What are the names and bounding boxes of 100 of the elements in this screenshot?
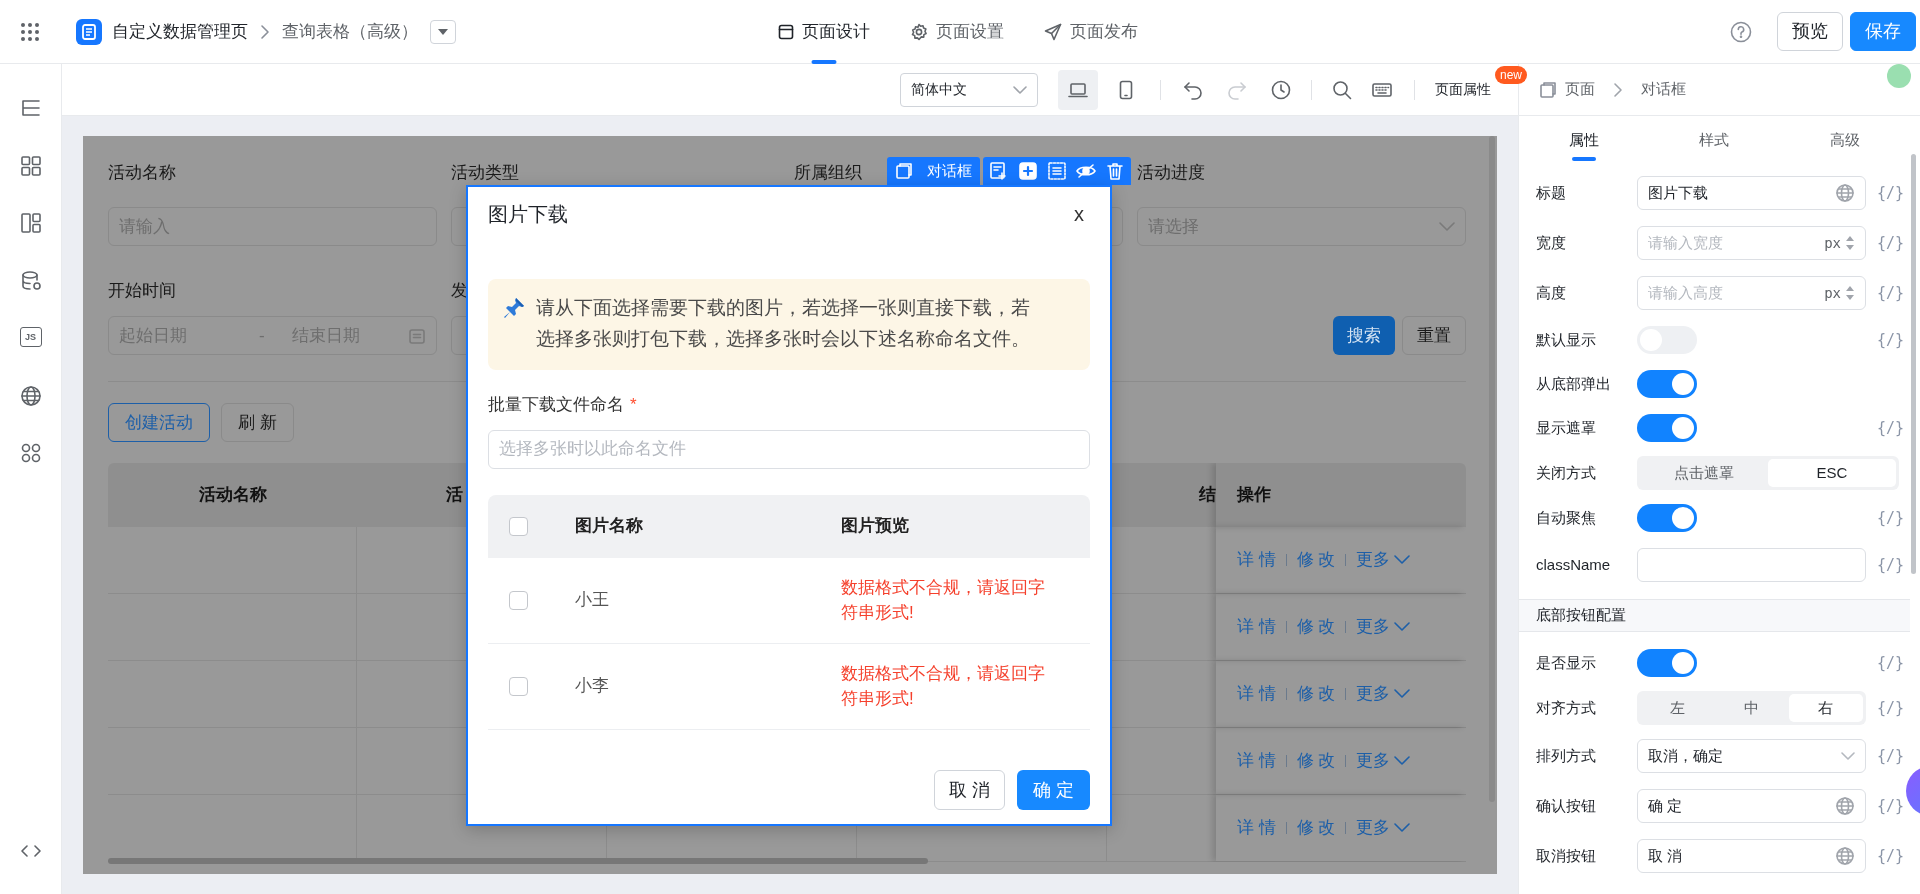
unit-label: px [1824,283,1841,303]
checkbox[interactable] [509,676,528,696]
panel-tab[interactable]: 属性 [1519,116,1650,165]
page-icon [1539,80,1557,99]
column-header: 活动名称 [198,484,267,507]
list-icon [1047,161,1067,181]
outline-icon[interactable] [19,97,42,119]
page-tab[interactable]: 页面发布 [1044,0,1138,64]
toggle-switch[interactable] [1637,504,1697,532]
table-link[interactable]: 更多 [1356,547,1411,573]
table-link[interactable]: 详 情 [1237,815,1276,841]
toggle-switch[interactable] [1637,414,1697,442]
device-toggle[interactable] [1058,69,1098,110]
eye-icon [1076,161,1096,181]
table-link[interactable]: 详 情 [1237,681,1276,707]
input-field[interactable]: 请输入宽度 px [1637,226,1866,260]
new-badge: new [1495,65,1527,84]
binding-button[interactable]: {/} [1877,553,1905,577]
table-link[interactable]: 修 改 [1296,748,1336,774]
table-link[interactable]: 详 情 [1237,614,1276,640]
calendar-icon [408,326,426,345]
toggle-switch[interactable] [1637,370,1697,398]
globe-icon[interactable] [19,384,42,407]
table-link[interactable]: 详 情 [1237,547,1276,573]
breadcrumb-item[interactable]: 对话框 [1641,78,1686,101]
apps-icon[interactable] [19,442,42,464]
page-dropdown-button[interactable] [430,19,456,44]
field-label: 活动进度 [1137,162,1205,184]
property-label: 关闭方式 [1536,462,1597,483]
table-link[interactable]: 更多 [1356,681,1411,707]
app-logo-icon [76,18,102,45]
page-tab[interactable]: 页面设计 [778,0,870,64]
panel-tab[interactable]: 样式 [1649,116,1780,165]
chevron-down-icon [1394,689,1411,699]
table-link[interactable]: 修 改 [1296,681,1336,707]
binding-button[interactable]: {/} [1877,281,1905,305]
code-icon[interactable] [20,844,41,858]
segment-option[interactable]: ESC [1768,459,1896,487]
database-icon[interactable] [19,269,42,292]
create-button[interactable]: 创建活动 [108,403,210,442]
cancel-button[interactable]: 取 消 [934,770,1005,810]
binding-button[interactable]: {/} [1877,181,1905,205]
property-label: 默认显示 [1536,329,1597,350]
search-button[interactable]: 搜索 [1333,316,1395,355]
input-field[interactable]: 取 消 [1637,839,1866,873]
section-title: 底部按钮配置 [1536,605,1626,626]
binding-button[interactable]: {/} [1877,506,1905,530]
segment-option[interactable]: 中 [1714,694,1789,722]
table-link[interactable]: 修 改 [1296,815,1336,841]
page-tab[interactable]: 页面设置 [910,0,1004,64]
page-properties-button[interactable]: 页面属性 [1429,71,1497,108]
layout-icon[interactable] [19,212,42,234]
input-field[interactable]: 选择多张时以此命名文件 [488,429,1090,469]
refresh-button[interactable]: 刷 新 [221,403,294,442]
binding-button[interactable]: {/} [1877,744,1905,768]
input-field[interactable]: 图片下载 [1637,176,1866,210]
binding-button[interactable]: {/} [1877,231,1905,255]
checkbox[interactable] [509,516,528,536]
panel-tab[interactable]: 高级 [1779,116,1910,165]
table-link[interactable]: 更多 [1356,815,1411,841]
component-tag: 对话框 [887,157,980,185]
add-button[interactable] [1016,159,1040,183]
language-select[interactable]: 简体中文 [900,72,1038,107]
table-link[interactable]: 修 改 [1296,614,1336,640]
keyboard-icon [1372,81,1392,98]
script-icon[interactable]: JS [19,327,42,347]
breadcrumb-item[interactable]: 页面 [1565,78,1595,101]
table-link[interactable]: 修 改 [1296,547,1336,573]
help-icon[interactable] [1730,20,1752,43]
table-link[interactable]: 更多 [1356,748,1411,774]
binding-button[interactable]: {/} [1877,328,1905,352]
apps-grid-icon[interactable] [20,21,40,42]
dialog-title: 图片下载 [488,202,568,227]
binding-button[interactable]: {/} [1877,844,1905,868]
chevron-down-icon [1841,752,1855,760]
table-link[interactable]: 详 情 [1237,748,1276,774]
preview-button[interactable]: 预览 [1777,12,1843,51]
binding-button[interactable]: {/} [1877,794,1905,818]
segment-option[interactable]: 右 [1788,694,1863,722]
components-icon[interactable] [19,154,42,177]
input-field[interactable]: 请输入高度 px [1637,276,1866,310]
chevron-down-icon [1394,756,1411,766]
save-button[interactable]: 保存 [1850,12,1916,51]
segment-option[interactable]: 点击遮罩 [1640,459,1768,487]
add-icon [1018,161,1038,181]
binding-button[interactable]: {/} [1877,696,1905,720]
input-field[interactable]: 确 定 [1637,789,1866,823]
toggle-switch[interactable] [1637,649,1697,677]
checkbox[interactable] [509,590,528,610]
confirm-button[interactable]: 确 定 [1017,770,1090,810]
binding-button[interactable]: {/} [1877,416,1905,440]
binding-button[interactable]: {/} [1877,651,1905,675]
input-field[interactable] [1637,548,1866,582]
segment-option[interactable]: 左 [1640,694,1715,722]
table-link[interactable]: 更多 [1356,614,1411,640]
list-button[interactable] [1045,159,1069,183]
close-button[interactable]: x [1074,199,1090,229]
column-header: 图片预览 [841,515,909,538]
select-field[interactable]: 取消，确定 [1637,739,1866,773]
reset-button[interactable]: 重置 [1402,316,1466,355]
